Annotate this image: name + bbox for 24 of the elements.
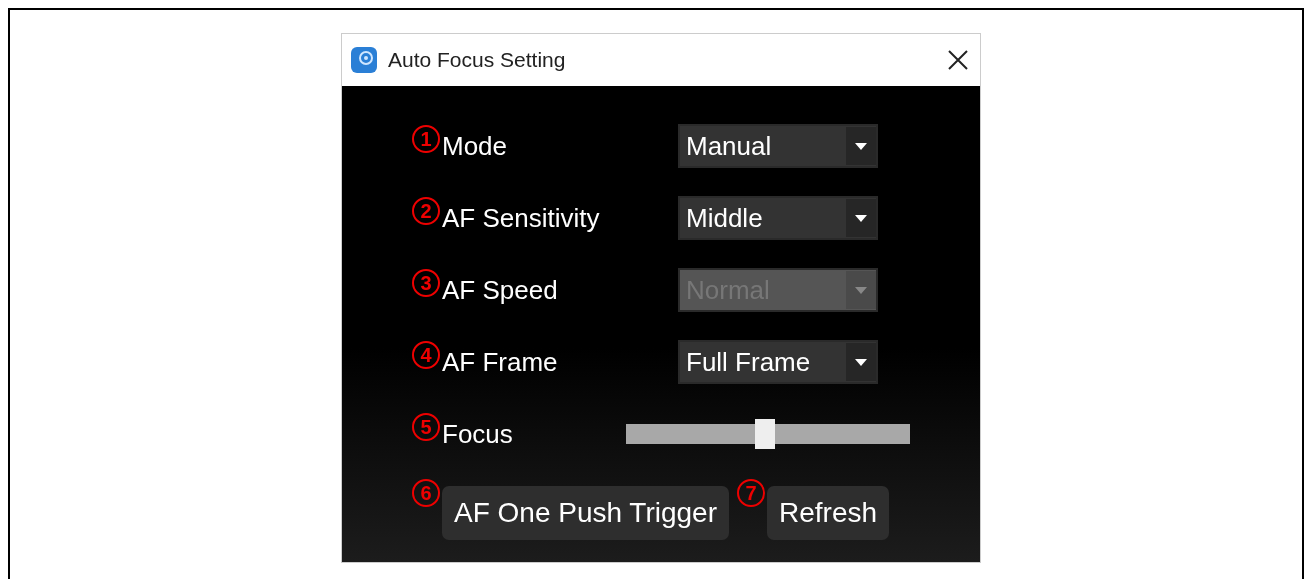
dropdown[interactable]: Manual: [678, 124, 878, 168]
setting-label: Focus: [442, 418, 514, 450]
window-title: Auto Focus Setting: [388, 48, 567, 72]
number-marker: 3: [412, 269, 440, 297]
caret-icon: [846, 199, 876, 237]
setting-label: Mode: [442, 130, 509, 162]
number-marker: 6: [412, 479, 440, 507]
number-marker: 2: [412, 197, 440, 225]
action-button[interactable]: Refresh: [767, 486, 890, 540]
number-marker: 4: [412, 341, 440, 369]
caret-icon: [846, 127, 876, 165]
number-marker: 7: [737, 479, 765, 507]
number-marker: 5: [412, 413, 440, 441]
dropdown[interactable]: Full Frame: [678, 340, 878, 384]
setting-label: AF Sensitivity: [442, 202, 601, 234]
setting-label: AF Frame: [442, 346, 559, 378]
number-marker: 1: [412, 125, 440, 153]
dropdown[interactable]: Middle: [678, 196, 878, 240]
slider-thumb[interactable]: [755, 419, 776, 449]
caret-icon: [846, 343, 876, 381]
setting-label: AF Speed: [442, 274, 559, 306]
caret-icon: [846, 271, 876, 309]
action-button[interactable]: AF One Push Trigger: [442, 486, 729, 540]
camera-app-icon: [350, 46, 378, 74]
